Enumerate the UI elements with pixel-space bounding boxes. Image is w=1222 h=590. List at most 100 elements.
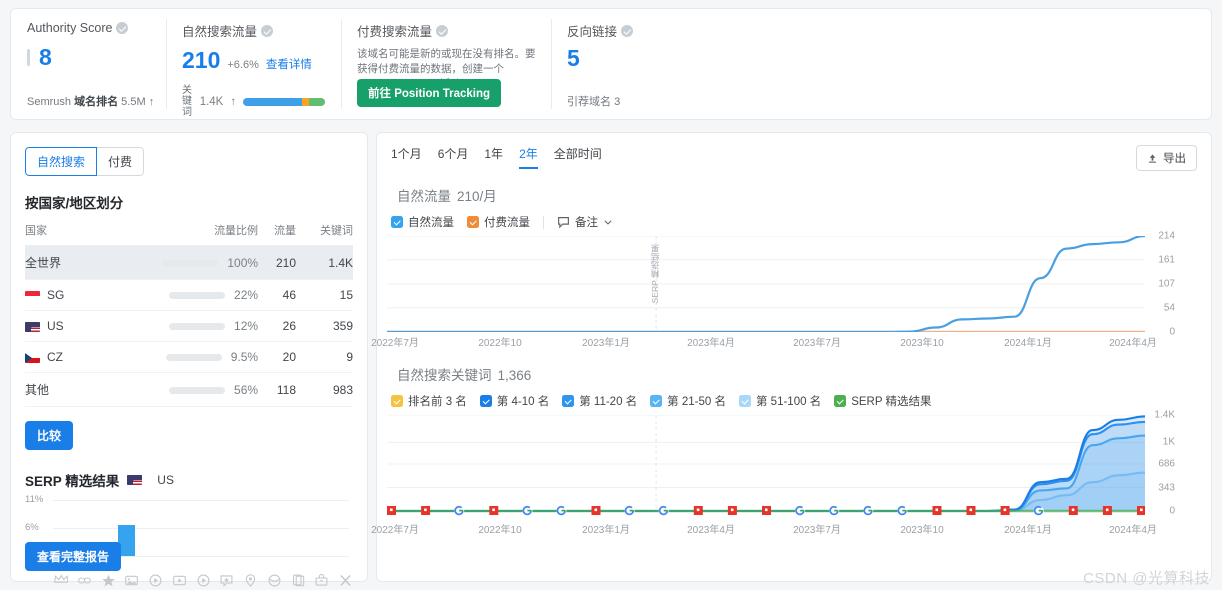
y-tick: 54 <box>1163 302 1175 314</box>
keyword-legend-item-4[interactable]: 第 51-100 名 <box>738 393 821 409</box>
algorithm-update-marker[interactable] <box>387 506 396 515</box>
table-row[interactable]: 其他 56% 118 983 <box>25 372 353 407</box>
referring-domains-label: 引荐域名 <box>567 96 611 108</box>
google-update-marker[interactable] <box>556 505 567 516</box>
info-icon[interactable] <box>436 24 449 37</box>
country-keywords[interactable]: 15 <box>296 279 353 311</box>
google-update-marker[interactable] <box>795 505 806 516</box>
view-full-report-button[interactable]: 查看完整报告 <box>25 542 122 571</box>
google-update-marker[interactable] <box>863 505 874 516</box>
google-update-marker[interactable] <box>522 505 533 516</box>
checkbox-icon <box>562 395 575 407</box>
organic-traffic-title: 自然搜索流量 <box>182 21 325 40</box>
country-keywords[interactable]: 359 <box>296 310 353 342</box>
algorithm-update-marker[interactable] <box>966 506 976 515</box>
twitter-x-icon[interactable] <box>338 573 353 588</box>
serp-gridline <box>53 528 349 529</box>
info-icon[interactable] <box>621 24 634 37</box>
keywords-y-axis: 0 343 686 1K 1.4K <box>1147 410 1183 519</box>
play-icon[interactable] <box>196 573 211 588</box>
goto-position-tracking-button[interactable]: 前往 Position Tracking <box>357 79 502 107</box>
keyword-legend-item-0[interactable]: 排名前 3 名 <box>391 393 467 409</box>
compare-button[interactable]: 比较 <box>25 421 74 450</box>
date-range-tab-3[interactable]: 2年 <box>519 145 538 169</box>
share-bar <box>169 292 226 300</box>
organic-keywords-chart-title: 自然搜索关键词 1,366 <box>391 364 1197 384</box>
legend-label: 自然流量 <box>408 217 454 229</box>
info-icon[interactable] <box>116 22 129 34</box>
pages-icon[interactable] <box>291 573 306 588</box>
organic-traffic-delta: +6.6% <box>227 59 259 71</box>
country-traffic[interactable]: 20 <box>258 341 297 373</box>
keyword-legend-item-1[interactable]: 第 4-10 名 <box>479 393 550 409</box>
algorithm-update-marker[interactable] <box>421 506 431 515</box>
date-range-tab-4[interactable]: 全部时间 <box>554 145 602 169</box>
serp-annotation-label: SERP 精选结果 <box>650 244 660 304</box>
paid-traffic-label: 付费搜索流量 <box>357 25 433 39</box>
table-row[interactable]: CZ 9.5% 20 9 <box>25 341 353 373</box>
keywords-bar-segment-green <box>308 97 325 106</box>
y-tick: 0 <box>1169 505 1175 517</box>
keyword-legend-item-5[interactable]: SERP 精选结果 <box>834 393 932 409</box>
image-icon[interactable] <box>124 573 139 588</box>
crown-icon[interactable] <box>53 573 68 588</box>
info-icon[interactable] <box>261 24 274 37</box>
algorithm-update-marker[interactable] <box>1102 506 1112 515</box>
notes-button[interactable]: 备注 <box>557 214 613 230</box>
play-circle-icon[interactable] <box>148 573 163 588</box>
google-update-marker[interactable] <box>624 505 635 516</box>
x-tick: 2023年1月 <box>582 525 630 536</box>
algorithm-update-marker[interactable] <box>1000 506 1010 515</box>
country-keywords[interactable]: 983 <box>296 372 353 407</box>
traffic-legend-item-0[interactable]: 自然流量 <box>391 214 454 230</box>
keyword-legend-item-2[interactable]: 第 11-20 名 <box>562 393 637 409</box>
google-update-marker[interactable] <box>829 505 840 516</box>
country-traffic[interactable]: 118 <box>258 372 297 407</box>
traffic-overview-panel: 1个月 6个月 1年 2年 全部时间 导出 自然流量 210/月 自然流量 付费流量 备注 0… <box>371 132 1212 582</box>
date-range-tab-1[interactable]: 6个月 <box>438 145 469 169</box>
algorithm-update-marker[interactable] <box>591 506 601 515</box>
y-tick: 1K <box>1162 436 1175 448</box>
google-update-marker[interactable] <box>454 505 465 516</box>
table-row[interactable]: SG 22% 46 15 <box>25 279 353 311</box>
table-row[interactable]: US 12% 26 359 <box>25 310 353 342</box>
algorithm-update-marker[interactable] <box>1068 506 1078 515</box>
view-details-link[interactable]: 查看详情 <box>266 56 312 72</box>
algorithm-update-marker[interactable] <box>1137 506 1145 515</box>
table-row[interactable]: 全世界 100% 210 1.4K <box>25 245 353 280</box>
traffic-type-tab-0[interactable]: 自然搜索 <box>25 147 98 176</box>
date-range-tab-0[interactable]: 1个月 <box>391 145 422 169</box>
organic-traffic-chart-title: 自然流量 210/月 <box>391 185 1197 205</box>
star-icon[interactable] <box>101 573 116 588</box>
traffic-legend-item-1[interactable]: 付费流量 <box>467 214 530 230</box>
notes-label: 备注 <box>575 217 598 229</box>
country-traffic[interactable]: 46 <box>258 279 297 311</box>
x-tick: 2024年4月 <box>1109 525 1157 536</box>
review-icon[interactable] <box>219 573 234 588</box>
paid-traffic-title: 付费搜索流量 <box>357 21 535 40</box>
algorithm-update-marker[interactable] <box>489 506 499 515</box>
country-traffic[interactable]: 26 <box>258 310 297 342</box>
organic-traffic-chart-area: 0 54 107 161 214 SERP 精选结果 2022年7月 2022年10 2023年… <box>371 231 1197 350</box>
keyword-legend-item-3[interactable]: 第 21-50 名 <box>650 393 726 409</box>
link-icon[interactable] <box>77 573 92 588</box>
export-button[interactable]: 导出 <box>1136 145 1197 171</box>
legend-label: 第 4-10 名 <box>496 396 550 408</box>
google-update-marker[interactable] <box>1033 505 1044 516</box>
google-update-marker[interactable] <box>897 505 908 516</box>
algorithm-update-marker[interactable] <box>762 506 771 515</box>
algorithm-update-marker[interactable] <box>932 506 942 515</box>
google-update-marker[interactable] <box>658 505 669 516</box>
country-keywords[interactable]: 9 <box>296 341 353 373</box>
legend-label: SERP 精选结果 <box>851 396 932 408</box>
map-pin-icon[interactable] <box>243 573 258 588</box>
shopping-icon[interactable] <box>314 573 329 588</box>
backlinks-title: 反向链接 <box>567 21 715 40</box>
algorithm-update-marker[interactable] <box>727 506 737 515</box>
keywords-x-axis: 2022年7月 2022年10 2023年1月 2023年4月 2023年7月 2023年… <box>371 521 1197 537</box>
traffic-type-tab-1[interactable]: 付费 <box>96 147 145 176</box>
date-range-tab-2[interactable]: 1年 <box>484 145 503 169</box>
knowledge-icon[interactable] <box>267 573 282 588</box>
algorithm-update-marker[interactable] <box>693 506 703 515</box>
video-icon[interactable] <box>172 573 187 588</box>
